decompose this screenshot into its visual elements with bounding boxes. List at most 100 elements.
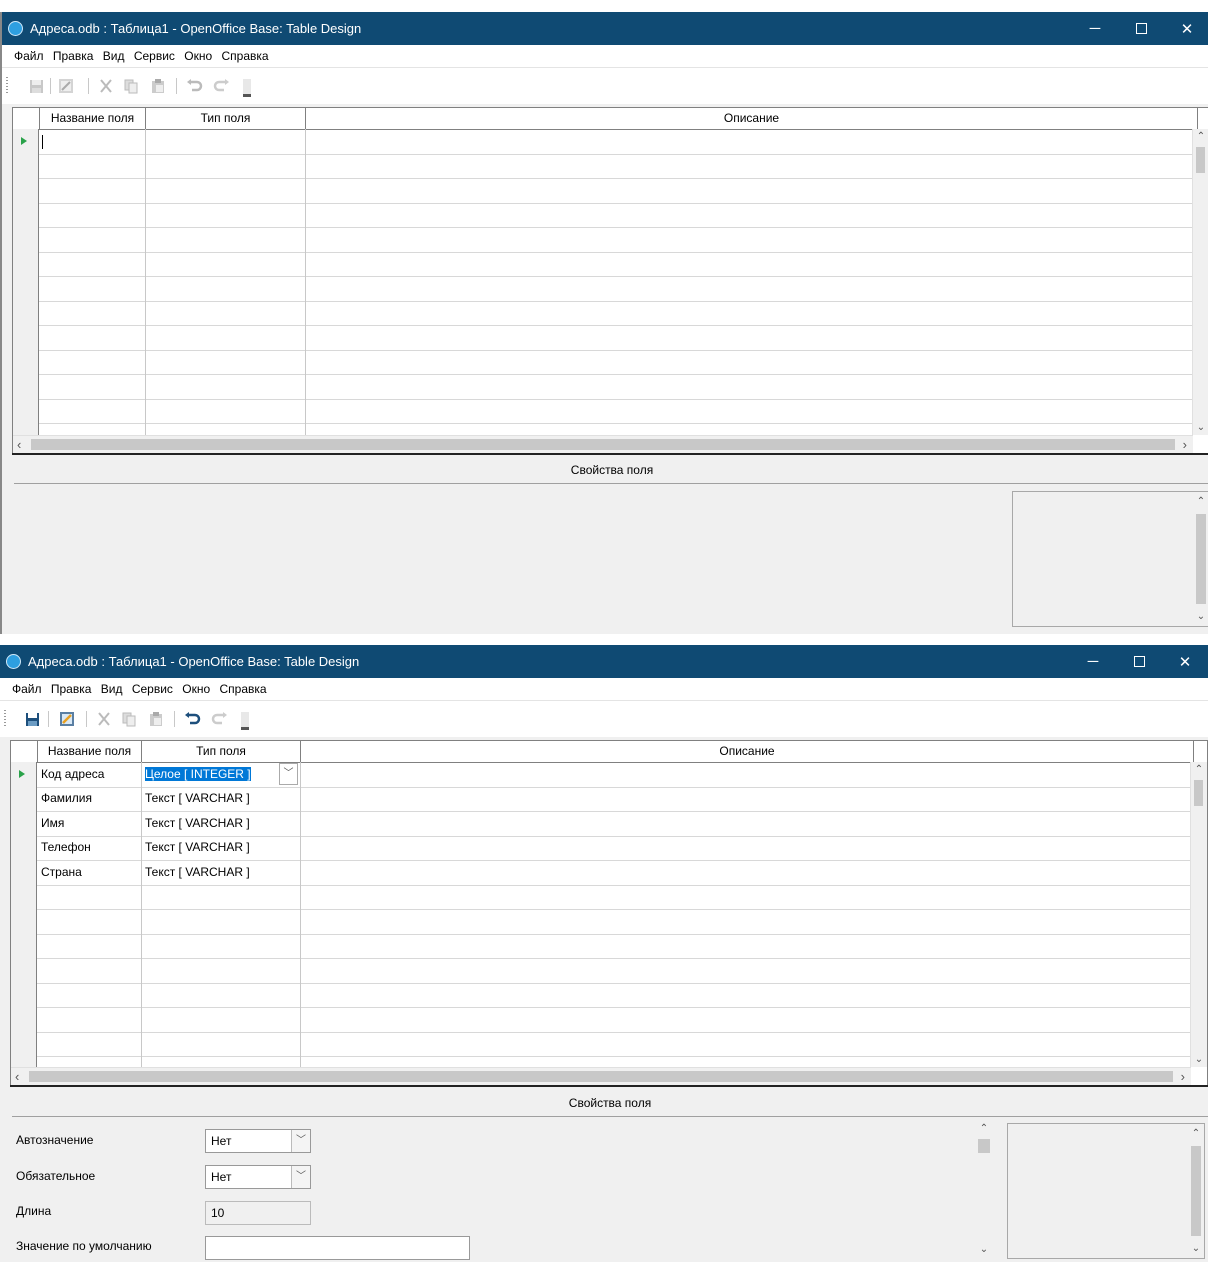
field-name-cell[interactable]: Имя <box>38 811 141 835</box>
row-header[interactable] <box>11 835 37 861</box>
paste-icon[interactable] <box>147 710 165 728</box>
autovalue-select[interactable]: Нет ﹀ <box>205 1129 311 1153</box>
row-header[interactable] <box>13 349 39 375</box>
edit-icon[interactable] <box>57 77 75 95</box>
cut-icon[interactable] <box>97 77 115 95</box>
scroll-thumb[interactable] <box>1196 514 1206 604</box>
menu-edit[interactable]: Правка <box>51 682 92 696</box>
col-header-field-name[interactable]: Название поля <box>38 741 142 762</box>
save-icon[interactable] <box>23 710 41 728</box>
save-icon[interactable] <box>27 77 45 95</box>
grid-horizontal-scrollbar[interactable]: ‹ › <box>11 1067 1191 1085</box>
help-scrollbar[interactable]: ⌃ ⌄ <box>1188 1124 1204 1258</box>
scroll-right-icon[interactable]: › <box>1181 1069 1185 1084</box>
redo-icon[interactable] <box>210 710 228 728</box>
row-header[interactable] <box>11 1007 37 1033</box>
menu-window[interactable]: Окно <box>182 682 210 696</box>
col-header-description[interactable]: Описание <box>301 741 1194 762</box>
field-type-cell[interactable]: Текст [ VARCHAR ] <box>142 860 300 884</box>
menu-tools[interactable]: Сервис <box>132 682 173 696</box>
field-name-cell[interactable]: Код адреса <box>38 762 141 786</box>
row-header[interactable] <box>11 1031 37 1057</box>
copy-icon[interactable] <box>120 710 138 728</box>
menu-view[interactable]: Вид <box>101 682 123 696</box>
close-button[interactable]: ✕ <box>1162 645 1208 678</box>
row-header[interactable] <box>13 227 39 253</box>
scroll-down-icon[interactable]: ⌄ <box>1193 611 1208 622</box>
toolbar-grip[interactable] <box>4 710 6 728</box>
row-header[interactable] <box>13 178 39 204</box>
scroll-up-icon[interactable]: ⌃ <box>1193 131 1208 142</box>
scroll-down-icon[interactable]: ⌄ <box>1193 422 1208 433</box>
toolbar-grip[interactable] <box>6 77 8 95</box>
field-type-cell[interactable]: Текст [ VARCHAR ] <box>142 786 300 810</box>
toolbar-overflow-button[interactable] <box>243 79 251 97</box>
scroll-left-icon[interactable]: ‹ <box>15 1069 19 1084</box>
row-header[interactable] <box>13 374 39 400</box>
col-header-description[interactable]: Описание <box>306 108 1198 129</box>
row-header[interactable] <box>13 129 39 155</box>
toolbar-overflow-button[interactable] <box>241 712 249 730</box>
properties-scrollbar[interactable]: ⌃ ⌄ <box>976 1123 992 1255</box>
maximize-button[interactable] <box>1118 12 1164 45</box>
close-button[interactable]: ✕ <box>1164 12 1208 45</box>
minimize-button[interactable]: ─ <box>1072 12 1118 45</box>
grid-vertical-scrollbar[interactable]: ⌃ ⌄ <box>1190 762 1207 1067</box>
row-header[interactable] <box>11 860 37 886</box>
edit-icon[interactable] <box>58 710 76 728</box>
menu-edit[interactable]: Правка <box>53 49 94 63</box>
scroll-thumb[interactable] <box>978 1139 990 1153</box>
menu-help[interactable]: Справка <box>221 49 268 63</box>
scroll-up-icon[interactable]: ⌃ <box>976 1123 992 1134</box>
menu-file[interactable]: Файл <box>14 49 44 63</box>
row-header[interactable] <box>13 276 39 302</box>
maximize-button[interactable] <box>1116 645 1162 678</box>
field-type-cell[interactable]: Текст [ VARCHAR ] <box>142 811 300 835</box>
scroll-down-icon[interactable]: ⌄ <box>1188 1243 1204 1254</box>
field-type-selected[interactable]: Целое [ INTEGER ] <box>145 767 251 781</box>
grid-horizontal-scrollbar[interactable]: ‹ › <box>13 435 1193 454</box>
row-header[interactable] <box>13 153 39 179</box>
length-field[interactable]: 10 <box>205 1201 311 1225</box>
menu-help[interactable]: Справка <box>219 682 266 696</box>
scroll-right-icon[interactable]: › <box>1183 437 1187 452</box>
field-type-cell[interactable]: Целое [ INTEGER ] <box>142 762 300 786</box>
scroll-thumb[interactable] <box>29 1071 1173 1082</box>
row-header[interactable] <box>11 958 37 984</box>
chevron-down-icon[interactable]: ﹀ <box>291 1166 310 1188</box>
chevron-down-icon[interactable]: ﹀ <box>291 1130 310 1152</box>
cut-icon[interactable] <box>95 710 113 728</box>
row-header[interactable] <box>11 762 37 788</box>
row-header[interactable] <box>11 786 37 812</box>
pane-splitter[interactable] <box>10 1085 1208 1087</box>
row-header[interactable] <box>13 202 39 228</box>
pane-splitter[interactable] <box>12 453 1208 455</box>
copy-icon[interactable] <box>122 77 140 95</box>
scroll-up-icon[interactable]: ⌃ <box>1193 496 1208 507</box>
scroll-down-icon[interactable]: ⌄ <box>976 1244 992 1255</box>
col-header-field-type[interactable]: Тип поля <box>142 741 301 762</box>
row-header[interactable] <box>11 909 37 935</box>
row-header[interactable] <box>11 982 37 1008</box>
row-header[interactable] <box>13 300 39 326</box>
scroll-thumb[interactable] <box>31 439 1175 450</box>
row-header[interactable] <box>11 933 37 959</box>
menu-view[interactable]: Вид <box>103 49 125 63</box>
grid-vertical-scrollbar[interactable]: ⌃ ⌄ <box>1192 129 1208 435</box>
col-header-field-name[interactable]: Название поля <box>40 108 146 129</box>
row-header[interactable] <box>13 325 39 351</box>
scroll-up-icon[interactable]: ⌃ <box>1188 1128 1204 1139</box>
field-name-cell[interactable]: Фамилия <box>38 786 141 810</box>
required-select[interactable]: Нет ﹀ <box>205 1165 311 1189</box>
scroll-thumb[interactable] <box>1191 1146 1201 1236</box>
scroll-left-icon[interactable]: ‹ <box>17 437 21 452</box>
minimize-button[interactable]: ─ <box>1070 645 1116 678</box>
field-type-dropdown[interactable]: ﹀ <box>279 763 298 785</box>
help-scrollbar[interactable]: ⌃ ⌄ <box>1193 492 1208 626</box>
row-header[interactable] <box>11 811 37 837</box>
row-header[interactable] <box>13 398 39 424</box>
scroll-thumb[interactable] <box>1196 147 1205 173</box>
menu-file[interactable]: Файл <box>12 682 42 696</box>
col-header-field-type[interactable]: Тип поля <box>146 108 306 129</box>
scroll-thumb[interactable] <box>1194 780 1203 806</box>
